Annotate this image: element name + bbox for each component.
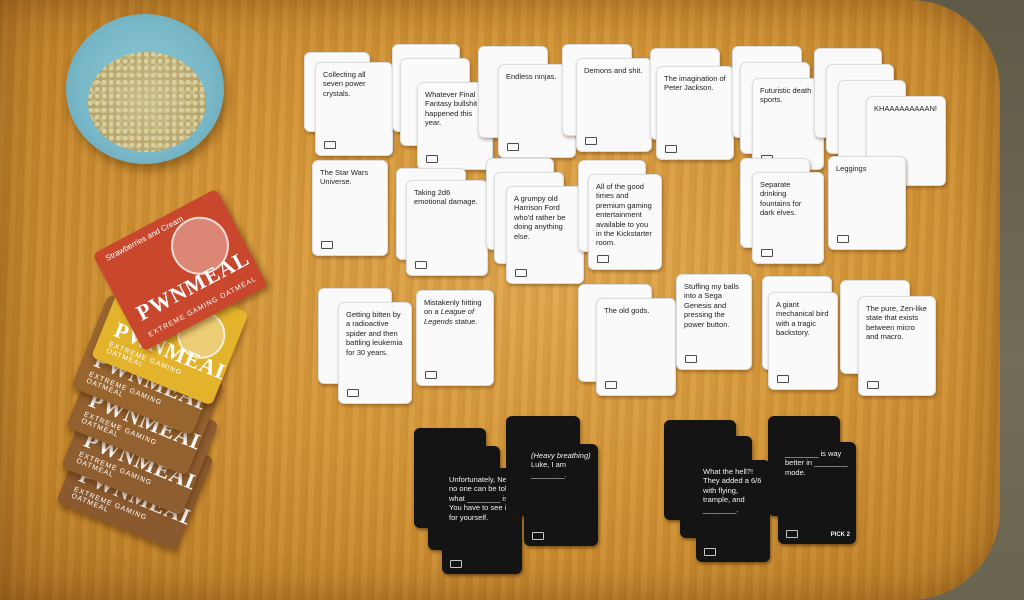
cah-logo-icon: [585, 137, 597, 145]
cah-logo-icon: [867, 381, 879, 389]
card-text: Leggings: [836, 164, 867, 173]
dry-oats: [88, 52, 206, 152]
white-card[interactable]: Separate drinking fountains for dark elv…: [752, 172, 824, 264]
cah-logo-icon: [324, 141, 336, 149]
card-text: Taking 2d6 emotional damage.: [414, 188, 478, 207]
white-card[interactable]: Demons and shit.: [576, 58, 652, 152]
cah-logo-icon: [347, 389, 359, 397]
card-text: Getting bitten by a radioactive spider a…: [346, 310, 403, 357]
cah-logo-icon: [837, 235, 849, 243]
cah-logo-icon: [507, 143, 519, 151]
pick-badge: PICK 2: [830, 531, 850, 538]
card-text: All of the good times and premium gaming…: [596, 182, 652, 248]
cah-logo-icon: [450, 560, 462, 568]
cah-logo-icon: [665, 145, 677, 153]
card-text: ________ is way better in ________ mode.: [785, 449, 848, 477]
card-text: The old gods.: [604, 306, 650, 315]
card-text: Futuristic death sports.: [760, 86, 812, 105]
oatmeal-bowl: [66, 14, 224, 164]
card-text: The pure, Zen-like state that exists bet…: [866, 304, 927, 342]
card-text: Separate drinking fountains for dark elv…: [760, 180, 802, 218]
white-card[interactable]: The Star Wars Universe.: [312, 160, 388, 256]
cah-logo-icon: [704, 548, 716, 556]
card-text: Stuffing my balls into a Sega Genesis an…: [684, 282, 739, 329]
white-card[interactable]: The pure, Zen-like state that exists bet…: [858, 296, 936, 396]
card-text: Mistakenly hitting on a League of Legend…: [424, 298, 482, 326]
cah-logo-icon: [321, 241, 333, 249]
card-text: The imagination of Peter Jackson.: [664, 74, 726, 93]
black-card[interactable]: (Heavy breathing) Luke, I am ________.: [524, 444, 598, 546]
card-text: Demons and shit.: [584, 66, 643, 75]
cah-logo-icon: [532, 532, 544, 540]
card-text: A grumpy old Harrison Ford who'd rather …: [514, 194, 566, 241]
white-card[interactable]: A grumpy old Harrison Ford who'd rather …: [506, 186, 584, 284]
cah-logo-icon: [761, 249, 773, 257]
white-card[interactable]: All of the good times and premium gaming…: [588, 174, 662, 270]
card-text: (Heavy breathing) Luke, I am ________.: [531, 451, 591, 479]
white-card[interactable]: A giant mechanical bird with a tragic ba…: [768, 292, 838, 390]
white-card[interactable]: Getting bitten by a radioactive spider a…: [338, 302, 412, 404]
white-card[interactable]: Mistakenly hitting on a League of Legend…: [416, 290, 494, 386]
white-card[interactable]: The imagination of Peter Jackson.: [656, 66, 734, 160]
cah-logo-icon: [426, 155, 438, 163]
cah-logo-icon: [685, 355, 697, 363]
cah-logo-icon: [605, 381, 617, 389]
cah-logo-icon: [786, 530, 798, 538]
black-card[interactable]: ________ is way better in ________ mode.…: [778, 442, 856, 544]
card-text: Endless ninjas.: [506, 72, 557, 81]
white-card[interactable]: Leggings: [828, 156, 906, 250]
black-card[interactable]: What the hell?! They added a 6/6 with fl…: [696, 460, 770, 562]
cah-logo-icon: [515, 269, 527, 277]
card-text: Whatever Final Fantasy bullshit happened…: [425, 90, 478, 128]
cah-logo-icon: [597, 255, 609, 263]
card-text: Collecting all seven power crystals.: [323, 70, 366, 98]
cah-logo-icon: [415, 261, 427, 269]
card-text: Unfortunately, Neo, no one can be told w…: [449, 475, 514, 522]
white-card[interactable]: Stuffing my balls into a Sega Genesis an…: [676, 274, 752, 370]
white-card[interactable]: The old gods.: [596, 298, 676, 396]
card-text: A giant mechanical bird with a tragic ba…: [776, 300, 829, 338]
card-text: The Star Wars Universe.: [320, 168, 369, 187]
cah-logo-icon: [425, 371, 437, 379]
card-text: KHAAAAAAAAAN!: [874, 104, 937, 113]
white-card[interactable]: Collecting all seven power crystals.: [315, 62, 393, 156]
white-card[interactable]: Taking 2d6 emotional damage.: [406, 180, 488, 276]
cah-logo-icon: [777, 375, 789, 383]
card-text: What the hell?! They added a 6/6 with fl…: [703, 467, 762, 514]
